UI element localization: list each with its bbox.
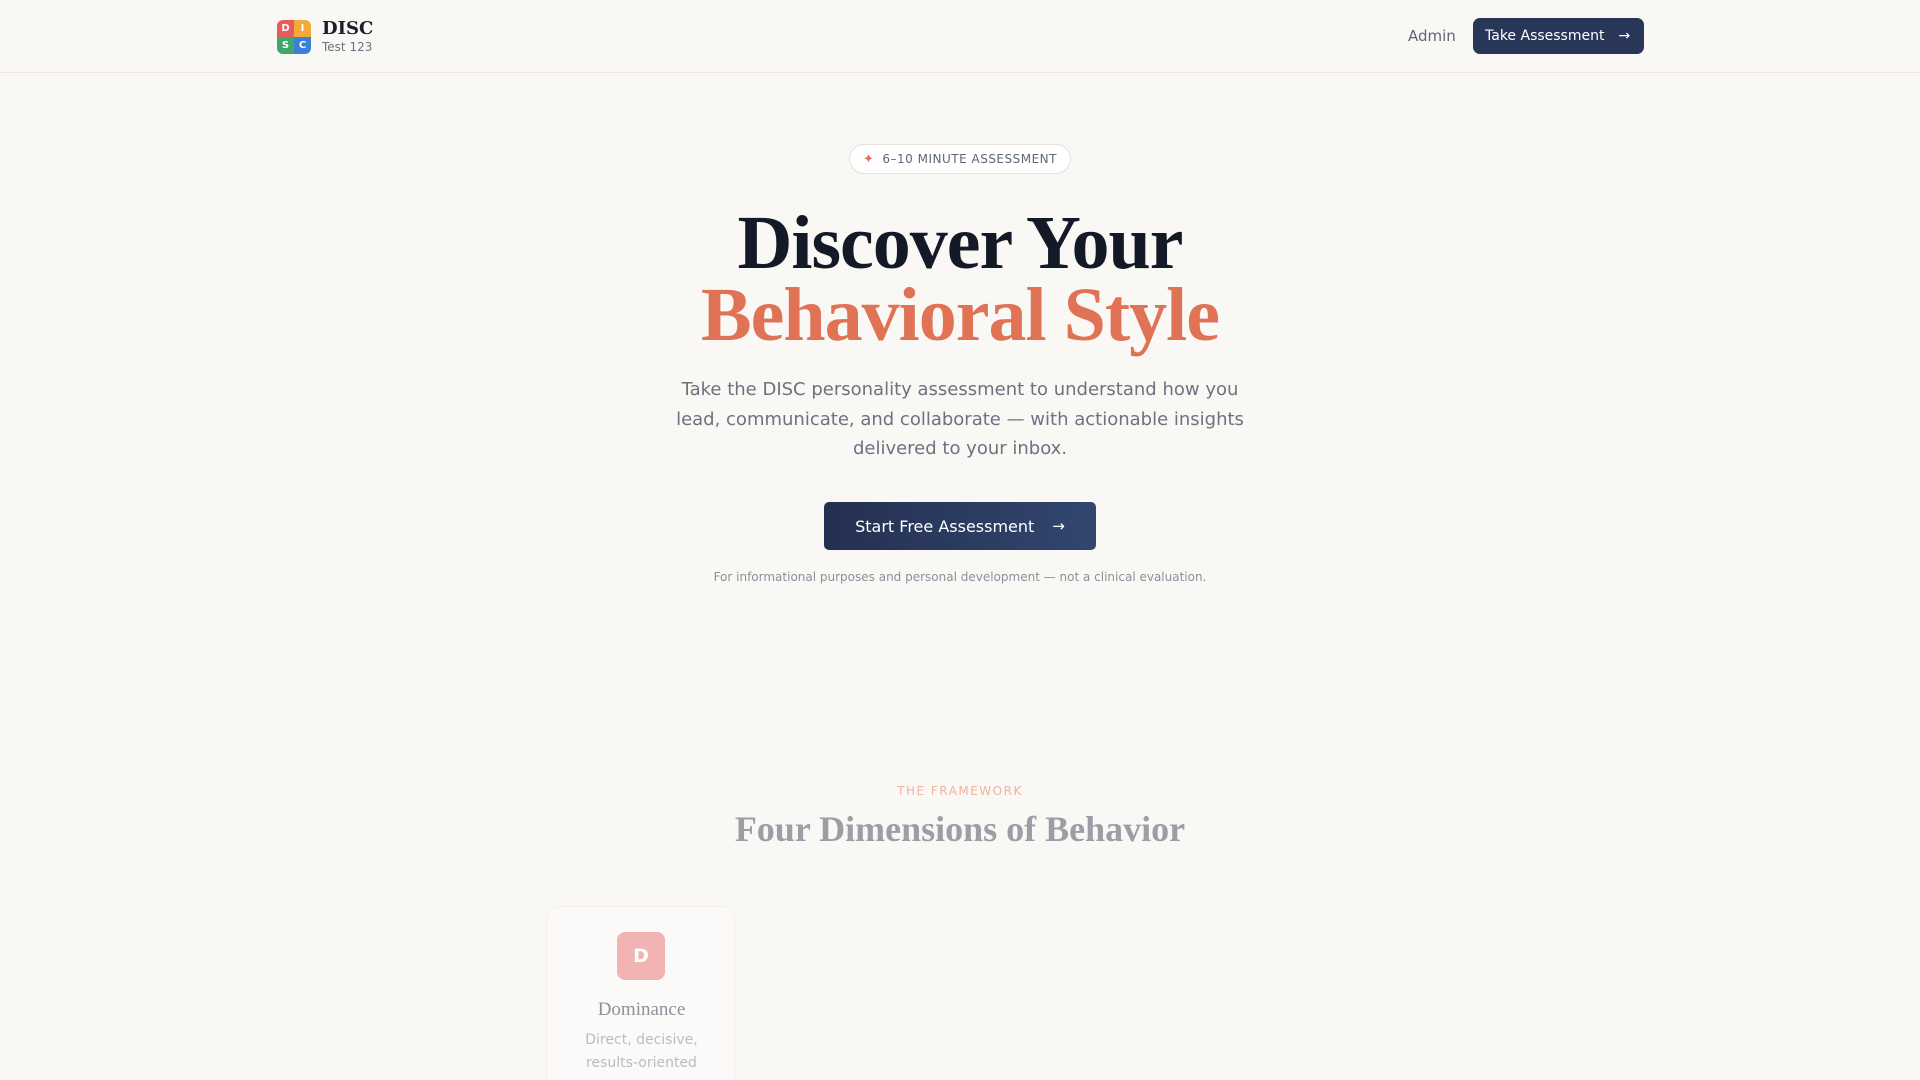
site-header: D I S C DISC Test 123 Admin Take Assessm… — [0, 0, 1920, 73]
admin-link[interactable]: Admin — [1408, 26, 1456, 46]
disclaimer-text: For informational purposes and personal … — [713, 570, 1207, 584]
disc-logo-icon: D I S C — [277, 20, 311, 54]
dimension-card-dominance: D Dominance Direct, decisive, results-or… — [546, 906, 735, 1080]
brand-text: DISC Test 123 — [322, 19, 373, 55]
start-free-assessment-button[interactable]: Start Free Assessment → — [824, 502, 1096, 550]
brand-title: DISC — [322, 18, 374, 39]
dimension-card-description: Direct, decisive, results-oriented — [585, 1032, 698, 1071]
arrow-right-icon: → — [1618, 28, 1631, 44]
section-title: Four Dimensions of Behavior — [734, 809, 1186, 849]
take-assessment-label: Take Assessment — [1485, 28, 1605, 44]
logo-cell-c: C — [294, 37, 311, 54]
hero-title-line2: Behavioral Style — [700, 273, 1220, 357]
duration-badge: ✦ 6–10 MINUTE ASSESSMENT — [849, 144, 1071, 174]
hero-description: Take the DISC personality assessment to … — [676, 379, 1244, 459]
start-free-assessment-label: Start Free Assessment — [855, 516, 1035, 536]
logo-cell-s: S — [277, 37, 294, 54]
arrow-right-icon: → — [1052, 517, 1065, 535]
sparkle-icon: ✦ — [862, 151, 875, 167]
logo-cell-i: I — [294, 20, 311, 37]
dominance-letter-icon: D — [617, 932, 665, 980]
duration-badge-label: 6–10 MINUTE ASSESSMENT — [882, 152, 1057, 166]
logo-cell-d: D — [277, 20, 294, 37]
take-assessment-button[interactable]: Take Assessment → — [1473, 18, 1644, 54]
brand-subtitle: Test 123 — [322, 40, 373, 54]
section-eyebrow: THE FRAMEWORK — [897, 784, 1023, 798]
dimension-card-title: Dominance — [597, 999, 686, 1020]
brand[interactable]: D I S C DISC Test 123 — [277, 19, 373, 55]
